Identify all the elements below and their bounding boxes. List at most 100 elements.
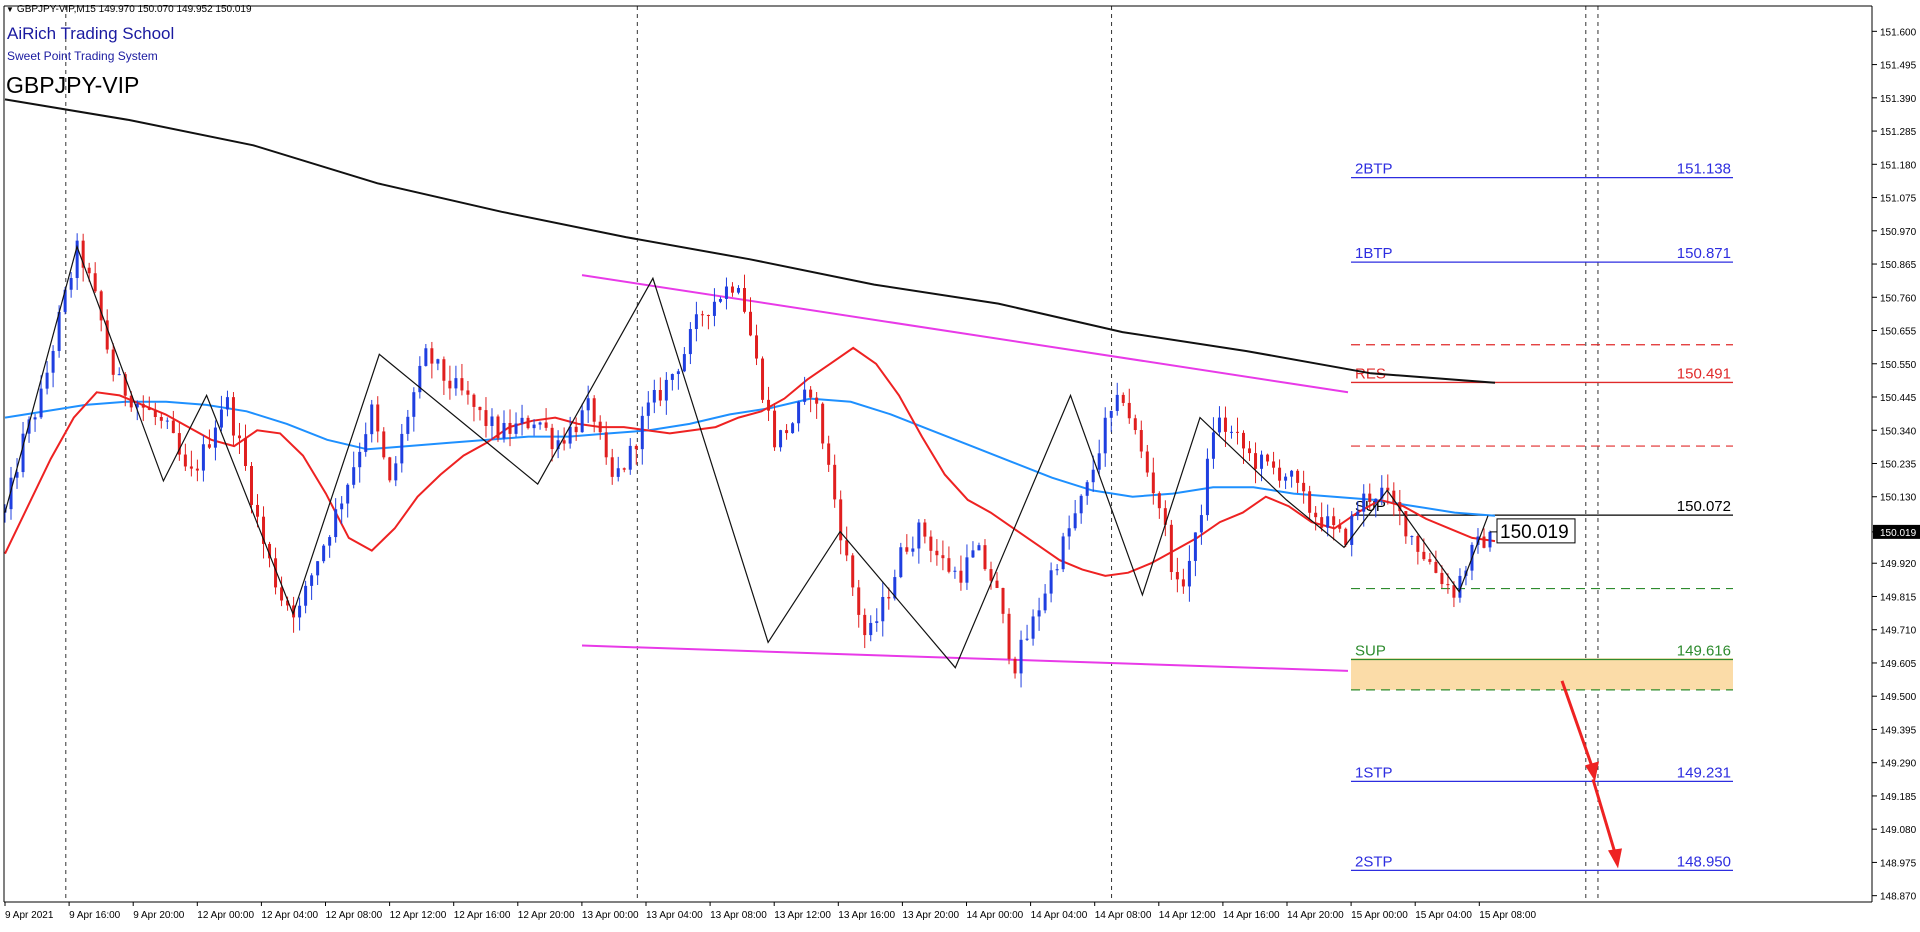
y-tick-label: 151.390 bbox=[1880, 94, 1917, 105]
support-zone bbox=[1351, 658, 1733, 690]
candle-body bbox=[1211, 432, 1215, 459]
candle-body bbox=[923, 522, 927, 537]
candle-body bbox=[1031, 616, 1035, 639]
axes: 150.019 151.600 151.495 151.390 151.285 151.1… bbox=[3, 5, 1920, 921]
candle-body bbox=[1187, 560, 1191, 587]
chart-area[interactable]: 2BTP 151.138 1BTP 150.871 RES 150.491 SUP 150.0… bbox=[0, 0, 1920, 927]
candle-body bbox=[520, 417, 524, 424]
candle-body bbox=[947, 558, 951, 572]
candle-body bbox=[1217, 417, 1221, 433]
candle-body bbox=[1151, 472, 1155, 494]
candle-body bbox=[1157, 493, 1161, 509]
channel-lines bbox=[581, 274, 1349, 672]
candle-body bbox=[388, 457, 392, 481]
candle-body bbox=[1362, 493, 1366, 512]
candle-body bbox=[1284, 476, 1288, 481]
x-tick-label: 13 Apr 12:00 bbox=[774, 910, 831, 921]
school-label: AiRich Trading School bbox=[7, 24, 175, 43]
candle-body bbox=[1043, 593, 1047, 611]
candle-body bbox=[749, 311, 753, 336]
candle-body bbox=[881, 596, 885, 622]
candle-body bbox=[430, 348, 434, 364]
candle-body bbox=[201, 444, 205, 471]
candle-body bbox=[785, 430, 789, 434]
candle-body bbox=[171, 420, 175, 434]
candle-body bbox=[1139, 430, 1143, 452]
candle-body bbox=[310, 575, 314, 586]
x-tick-label: 12 Apr 16:00 bbox=[454, 910, 511, 921]
x-tick-label: 13 Apr 00:00 bbox=[582, 910, 639, 921]
candle-body bbox=[851, 555, 855, 588]
candle-body bbox=[346, 484, 350, 504]
candle-body bbox=[550, 427, 554, 450]
candle-body bbox=[857, 587, 861, 615]
y-tick-label: 149.500 bbox=[1880, 692, 1917, 703]
candle-body bbox=[93, 273, 97, 292]
x-tick-label: 9 Apr 16:00 bbox=[69, 910, 121, 921]
candle-body bbox=[911, 548, 915, 552]
y-tick-label: 149.080 bbox=[1880, 825, 1917, 836]
y-tick-label: 151.180 bbox=[1880, 160, 1917, 171]
candle-body bbox=[213, 427, 217, 448]
dropdown-triangle-icon[interactable]: ▼ bbox=[6, 5, 14, 14]
candle-body bbox=[364, 434, 368, 452]
x-tick-label: 12 Apr 20:00 bbox=[518, 910, 575, 921]
y-tick-label: 150.550 bbox=[1880, 360, 1917, 371]
candle-body bbox=[466, 390, 470, 395]
y-tick-label: 150.445 bbox=[1880, 393, 1917, 404]
level-label: SUP bbox=[1355, 642, 1386, 659]
candle-body bbox=[532, 424, 536, 429]
candle-body bbox=[472, 394, 476, 407]
candle-body bbox=[1001, 587, 1005, 614]
price-chart[interactable]: 2BTP 151.1381BTP 150.871RES 150.491SUP 150.0… bbox=[0, 0, 1920, 927]
candle-body bbox=[322, 545, 326, 562]
candle-body bbox=[767, 399, 771, 411]
y-tick-label: 148.870 bbox=[1880, 892, 1917, 903]
candle-body bbox=[189, 466, 193, 469]
candle-body bbox=[616, 468, 620, 477]
candle-body bbox=[1133, 418, 1137, 431]
candle-body bbox=[634, 445, 638, 450]
candle-body bbox=[1488, 531, 1492, 548]
candle-body bbox=[1115, 394, 1119, 411]
candle-body bbox=[1302, 482, 1306, 492]
y-tick-label: 151.075 bbox=[1880, 194, 1917, 205]
candle-body bbox=[69, 278, 73, 290]
zigzag-line bbox=[4, 244, 1489, 669]
candle-body bbox=[935, 550, 939, 556]
candle-body bbox=[376, 404, 380, 432]
candle-body bbox=[574, 426, 578, 433]
candle-body bbox=[1278, 467, 1282, 481]
candle-body bbox=[1025, 638, 1029, 640]
candle-body bbox=[1452, 585, 1456, 598]
candle-body bbox=[496, 416, 500, 439]
candle-body bbox=[941, 555, 945, 559]
candle-body bbox=[111, 349, 115, 375]
y-tick-label: 149.815 bbox=[1880, 592, 1917, 603]
level-value: 148.950 bbox=[1677, 853, 1731, 870]
candle-body bbox=[1097, 453, 1101, 470]
x-tick-label: 9 Apr 20:00 bbox=[133, 910, 185, 921]
candle-body bbox=[983, 545, 987, 570]
candle-body bbox=[165, 420, 169, 422]
candle-body bbox=[1205, 458, 1209, 516]
candle-body bbox=[712, 301, 716, 316]
candle-body bbox=[508, 422, 512, 434]
candle-body bbox=[1169, 524, 1173, 573]
candle-body bbox=[436, 359, 440, 364]
candle-body bbox=[1235, 431, 1239, 433]
candle-body bbox=[1440, 572, 1444, 585]
candle-body bbox=[352, 467, 356, 485]
candle-body bbox=[718, 298, 722, 302]
candle-body bbox=[1079, 495, 1083, 514]
level-value: 149.231 bbox=[1677, 764, 1731, 781]
candle-body bbox=[207, 444, 211, 448]
y-tick-label: 150.340 bbox=[1880, 426, 1917, 437]
candle-body bbox=[117, 374, 121, 376]
candle-body bbox=[628, 445, 632, 470]
candle-body bbox=[249, 466, 253, 505]
x-tick-label: 9 Apr 2021 bbox=[5, 910, 54, 921]
candle-body bbox=[406, 416, 410, 434]
candle-body bbox=[1127, 402, 1131, 419]
level-value: 150.491 bbox=[1677, 365, 1731, 382]
